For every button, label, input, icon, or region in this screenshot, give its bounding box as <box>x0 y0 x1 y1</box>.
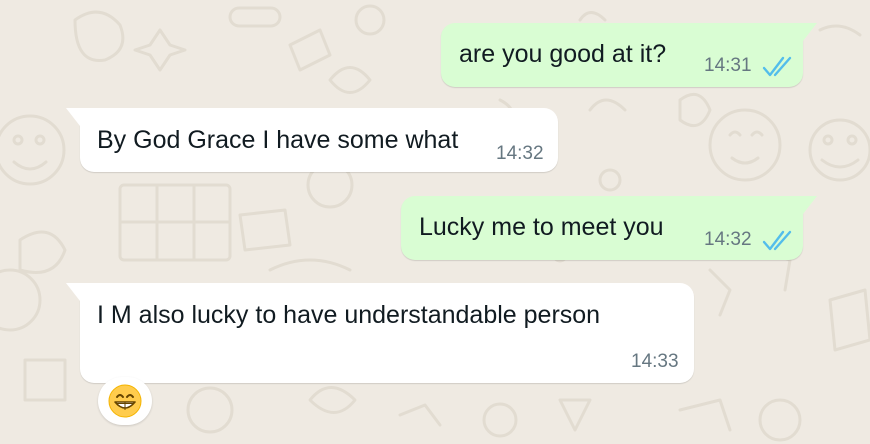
message-text: are you good at it? <box>459 40 667 68</box>
outgoing-message[interactable]: Lucky me to meet you 14:32 <box>401 196 817 260</box>
incoming-message[interactable]: By God Grace I have some what 14:32 <box>66 108 558 172</box>
message-text: Lucky me to meet you <box>419 213 664 241</box>
grin-emoji-icon <box>108 384 142 418</box>
double-check-icon <box>762 230 792 251</box>
bubble-tail <box>66 108 80 126</box>
double-check-icon <box>762 56 792 77</box>
bubble-tail <box>66 283 80 301</box>
message-timestamp: 14:32 <box>704 229 752 250</box>
outgoing-message[interactable]: are you good at it? 14:31 <box>441 23 817 87</box>
message-timestamp: 14:31 <box>704 55 752 76</box>
message-text: I M also lucky to have understandable pe… <box>97 301 601 329</box>
chat-area: are you good at it? 14:31 By God Grace I… <box>0 0 870 444</box>
message-timestamp: 14:32 <box>496 143 544 164</box>
bubble-tail <box>803 23 817 41</box>
message-text: By God Grace I have some what <box>97 126 459 154</box>
incoming-message[interactable]: I M also lucky to have understandable pe… <box>66 283 694 383</box>
bubble-tail <box>803 196 817 214</box>
message-reaction[interactable] <box>98 377 152 425</box>
message-timestamp: 14:33 <box>631 351 679 372</box>
